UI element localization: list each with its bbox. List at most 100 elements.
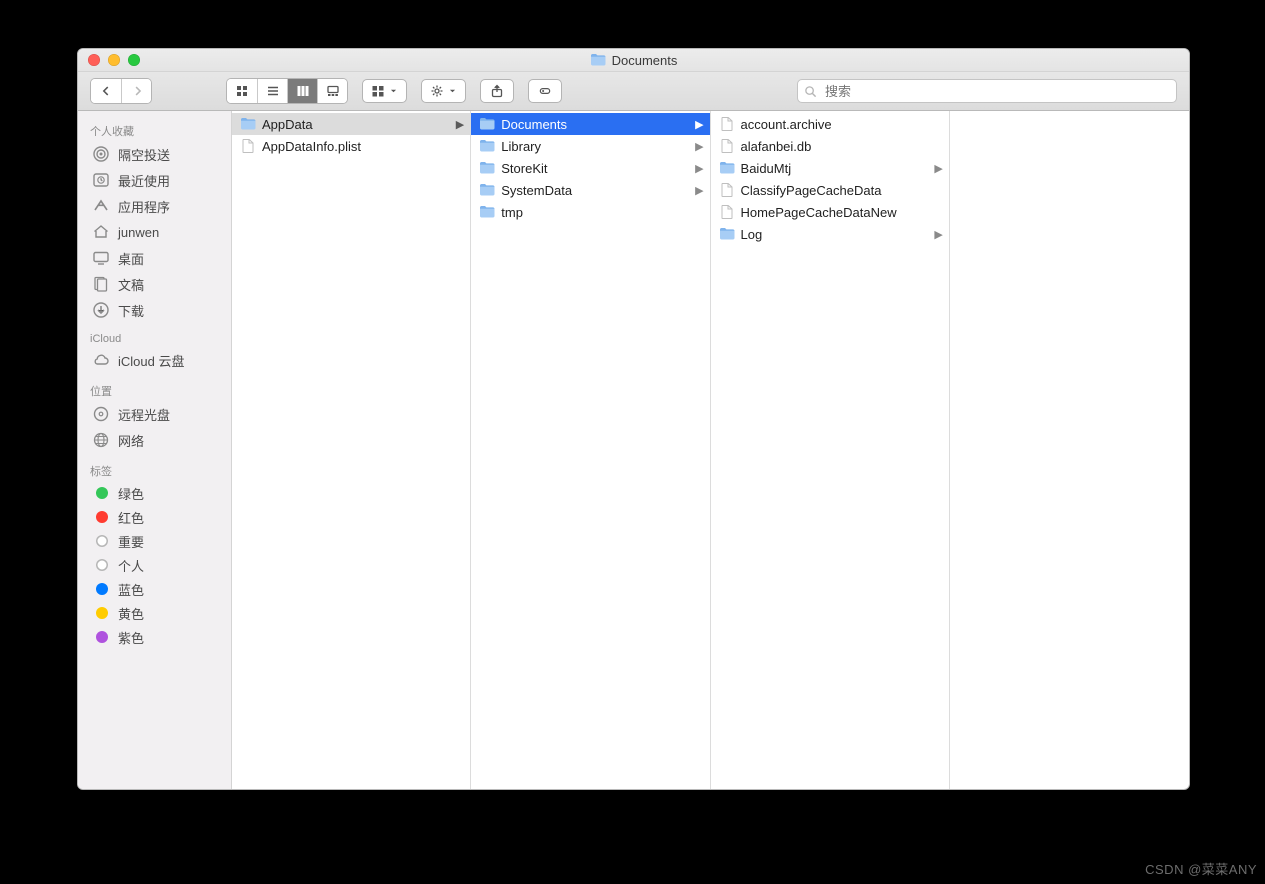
sidebar-tag[interactable]: 蓝色 [78,577,231,601]
window-title: Documents [78,52,1189,68]
back-button[interactable] [91,79,121,103]
minimize-button[interactable] [108,54,120,66]
file-row[interactable]: AppDataInfo.plist [232,135,470,157]
finder-window: Documents [77,48,1190,790]
folder-row[interactable]: tmp [471,201,709,223]
forward-button[interactable] [121,79,151,103]
sidebar-item[interactable]: 桌面 [78,245,231,271]
gear-icon [430,84,444,98]
file-row[interactable]: HomePageCacheDataNew [711,201,949,223]
apps-icon [92,197,110,215]
file-row[interactable]: ClassifyPageCacheData [711,179,949,201]
chevron-right-icon: ▶ [695,118,703,131]
cloud-icon [92,351,110,369]
sidebar-item[interactable]: 网络 [78,427,231,453]
tags-button[interactable] [528,79,562,103]
sidebar-item[interactable]: 应用程序 [78,193,231,219]
folder-row[interactable]: SystemData▶ [471,179,709,201]
sidebar-tag-label: 绿色 [118,484,144,503]
globe-icon [92,431,110,449]
sidebar-item[interactable]: 最近使用 [78,167,231,193]
folder-icon [479,160,495,176]
sidebar-item[interactable]: 下载 [78,297,231,323]
view-list-button[interactable] [257,79,287,103]
folder-row[interactable]: StoreKit▶ [471,157,709,179]
sidebar-tag-label: 红色 [118,508,144,527]
sidebar-tag-label: 蓝色 [118,580,144,599]
file-row[interactable]: alafanbei.db [711,135,949,157]
tag-color-icon [96,607,108,619]
tag-icon [538,84,552,98]
item-label: SystemData [501,183,691,198]
folder-icon [479,182,495,198]
share-button[interactable] [480,79,514,103]
sidebar-tag[interactable]: 黄色 [78,601,231,625]
sidebar-tag[interactable]: 重要 [78,529,231,553]
sidebar-tag-label: 重要 [118,532,144,551]
view-gallery-button[interactable] [317,79,347,103]
tag-color-icon [96,487,108,499]
view-icon-button[interactable] [227,79,257,103]
item-label: tmp [501,205,691,220]
folder-icon [479,204,495,220]
sidebar-item-label: 桌面 [118,249,144,268]
folder-row[interactable]: Documents▶ [471,113,709,135]
toolbar [78,72,1189,111]
sidebar-tag[interactable]: 个人 [78,553,231,577]
view-mode-buttons [226,78,348,104]
sidebar-tag[interactable]: 绿色 [78,481,231,505]
doc-icon [92,275,110,293]
item-label: account.archive [741,117,931,132]
share-icon [490,84,504,98]
desktop-icon [92,249,110,267]
search-input[interactable] [823,83,1170,100]
folder-row[interactable]: Log▶ [711,223,949,245]
sidebar-item-label: 应用程序 [118,197,170,216]
file-icon [719,116,735,132]
chevron-left-icon [99,84,113,98]
sidebar-item-label: 下载 [118,301,144,320]
chevron-down-icon [448,84,457,98]
folder-icon [590,52,606,68]
sidebar-tag-label: 紫色 [118,628,144,647]
search-field[interactable] [797,79,1177,103]
folder-icon [479,138,495,154]
view-column-button[interactable] [287,79,317,103]
item-label: AppData [262,117,452,132]
sidebar-item[interactable]: iCloud 云盘 [78,347,231,373]
zoom-button[interactable] [128,54,140,66]
sidebar-tag[interactable]: 紫色 [78,625,231,649]
folder-row[interactable]: AppData▶ [232,113,470,135]
file-row[interactable]: account.archive [711,113,949,135]
sidebar-item[interactable]: junwen [78,219,231,245]
column: account.archive alafanbei.dbBaiduMtj▶ Clas… [711,111,950,789]
group-button[interactable] [362,79,407,103]
folder-row[interactable]: BaiduMtj▶ [711,157,949,179]
sidebar-item-label: 隔空投送 [118,145,170,164]
action-button[interactable] [421,79,466,103]
home-icon [92,223,110,241]
item-label: Log [741,227,931,242]
folder-icon [240,116,256,132]
tag-color-icon [96,631,108,643]
file-icon [719,204,735,220]
list-icon [266,84,280,98]
gallery-icon [326,84,340,98]
chevron-right-icon: ▶ [695,140,703,153]
column: AppData▶ AppDataInfo.plist [232,111,471,789]
folder-row[interactable]: Library▶ [471,135,709,157]
sidebar-item[interactable]: 隔空投送 [78,141,231,167]
disc-icon [92,405,110,423]
sidebar-item[interactable]: 文稿 [78,271,231,297]
item-label: ClassifyPageCacheData [741,183,931,198]
item-label: StoreKit [501,161,691,176]
tag-color-icon [96,559,108,571]
sidebar-item[interactable]: 远程光盘 [78,401,231,427]
sidebar-tag-label: 个人 [118,556,144,575]
chevron-right-icon: ▶ [934,162,942,175]
watermark: CSDN @菜菜ANY [1145,859,1257,878]
sidebar-tag[interactable]: 红色 [78,505,231,529]
item-label: AppDataInfo.plist [262,139,452,154]
tag-color-icon [96,583,108,595]
close-button[interactable] [88,54,100,66]
